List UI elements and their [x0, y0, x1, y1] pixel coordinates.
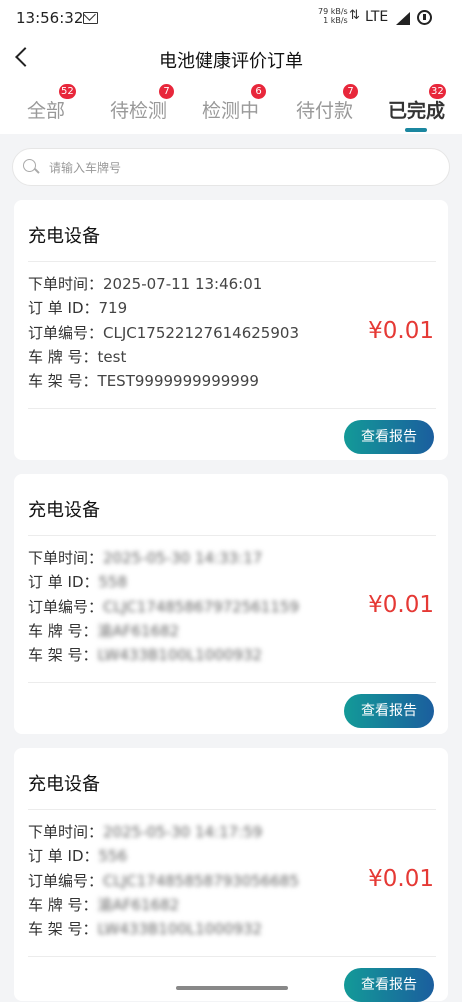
search-input[interactable] [47, 157, 431, 179]
home-indicator[interactable] [176, 986, 288, 990]
tab-badge: 52 [59, 84, 76, 99]
card-divider [28, 956, 436, 957]
card-divider [28, 261, 436, 262]
tab-pending-test[interactable]: 待检测 [110, 96, 167, 123]
card-title: 充电设备 [28, 226, 100, 247]
tab-badge: 32 [429, 84, 446, 99]
vin-value: TEST9999999999999 [97, 372, 259, 390]
active-tab-indicator [405, 128, 427, 132]
plate-row: 车 牌 号：渝AF61682 [28, 620, 179, 641]
order-price: ¥0.01 [368, 318, 434, 344]
tab-label: 全部 [27, 100, 66, 122]
mail-icon [83, 12, 98, 24]
order-id-label: 订 单 ID： [28, 847, 99, 865]
speed-down: 1 kB/s [323, 16, 348, 25]
vin-row: 车 架 号：LW433B100L1000932 [28, 918, 262, 939]
order-id-value: 556 [98, 847, 128, 865]
network-speed: 79 kB/s 1 kB/s [318, 7, 348, 25]
order-no-label: 订单编号： [28, 872, 104, 890]
alert-icon [417, 10, 432, 25]
tab-badge: 6 [251, 84, 266, 99]
order-card: 充电设备 下单时间：2025-05-30 14:17:59 订 单 ID：556… [14, 748, 448, 1002]
card-title: 充电设备 [28, 774, 100, 795]
vin-row: 车 架 号：TEST9999999999999 [28, 370, 259, 391]
order-id-label: 订 单 ID： [28, 573, 99, 591]
card-divider [28, 682, 436, 683]
order-time-label: 下单时间： [28, 823, 104, 841]
plate-row: 车 牌 号：渝AF61682 [28, 894, 179, 915]
nav-bar: 电池健康评价订单 [0, 36, 462, 82]
tab-label: 待付款 [296, 100, 354, 122]
plate-row: 车 牌 号：test [28, 346, 126, 367]
order-time-label: 下单时间： [28, 549, 104, 567]
tab-label: 待检测 [110, 100, 168, 122]
order-id-label: 订 单 ID： [28, 299, 99, 317]
order-no-row: 订单编号：CLJC17485858793056685 [28, 870, 299, 891]
tab-label: 已完成 [388, 100, 446, 122]
vin-label: 车 架 号： [28, 646, 98, 664]
order-time-row: 下单时间：2025-07-11 13:46:01 [28, 273, 262, 294]
plate-value: test [97, 348, 127, 366]
card-title: 充电设备 [28, 500, 100, 521]
order-id-row: 订 单 ID：719 [28, 297, 127, 318]
plate-value: 渝AF61682 [97, 896, 180, 914]
order-id-value: 719 [98, 299, 128, 317]
data-arrows-icon: ⇅ [349, 8, 360, 23]
order-no-row: 订单编号：CLJC17522127614625903 [28, 322, 299, 343]
tab-label: 检测中 [202, 100, 260, 122]
order-no-label: 订单编号： [28, 598, 104, 616]
search-icon [23, 159, 36, 172]
card-divider [28, 809, 436, 810]
order-id-row: 订 单 ID：558 [28, 571, 127, 592]
vin-value: LW433B100L1000932 [97, 920, 263, 938]
order-id-row: 订 单 ID：556 [28, 845, 127, 866]
tab-completed[interactable]: 已完成 [388, 96, 445, 123]
vin-label: 车 架 号： [28, 372, 98, 390]
tab-all[interactable]: 全部 [27, 96, 65, 123]
speed-up: 79 kB/s [318, 7, 348, 16]
vin-label: 车 架 号： [28, 920, 98, 938]
tab-pending-payment[interactable]: 待付款 [296, 96, 353, 123]
order-no-row: 订单编号：CLJC17485867972561159 [28, 596, 299, 617]
tab-badge: 7 [343, 84, 358, 99]
plate-label: 车 牌 号： [28, 896, 98, 914]
order-no-value: CLJC17485867972561159 [103, 598, 299, 616]
tab-badge: 7 [159, 84, 174, 99]
order-time-row: 下单时间：2025-05-30 14:33:17 [28, 547, 262, 568]
plate-value: 渝AF61682 [97, 622, 180, 640]
page-title: 电池健康评价订单 [159, 51, 303, 72]
signal-icon [396, 12, 410, 25]
status-time: 13:56:32 [16, 9, 84, 27]
order-price: ¥0.01 [368, 592, 434, 618]
status-tabs: 全部 52 待检测 7 检测中 6 待付款 7 已完成 32 [0, 82, 462, 134]
order-time-value: 2025-05-30 14:33:17 [103, 549, 263, 567]
network-type: LTE [365, 9, 389, 25]
order-no-value: CLJC17485858793056685 [103, 872, 299, 890]
vin-row: 车 架 号：LW433B100L1000932 [28, 644, 262, 665]
card-divider [28, 408, 436, 409]
order-time-row: 下单时间：2025-05-30 14:17:59 [28, 821, 262, 842]
order-time-value: 2025-07-11 13:46:01 [103, 275, 263, 293]
order-card: 充电设备 下单时间：2025-05-30 14:33:17 订 单 ID：558… [14, 474, 448, 734]
order-time-value: 2025-05-30 14:17:59 [103, 823, 263, 841]
search-bar[interactable] [12, 148, 450, 186]
view-report-button[interactable]: 查看报告 [344, 694, 434, 728]
tab-testing[interactable]: 检测中 [202, 96, 259, 123]
plate-label: 车 牌 号： [28, 622, 98, 640]
order-time-label: 下单时间： [28, 275, 104, 293]
vin-value: LW433B100L1000932 [97, 646, 263, 664]
status-bar: 13:56:32 79 kB/s 1 kB/s ⇅ LTE [0, 0, 462, 36]
view-report-button[interactable]: 查看报告 [344, 968, 434, 1002]
view-report-button[interactable]: 查看报告 [344, 420, 434, 454]
order-price: ¥0.01 [368, 866, 434, 892]
order-card: 充电设备 下单时间：2025-07-11 13:46:01 订 单 ID：719… [14, 200, 448, 460]
order-id-value: 558 [98, 573, 128, 591]
order-no-value: CLJC17522127614625903 [103, 324, 299, 342]
card-divider [28, 535, 436, 536]
order-no-label: 订单编号： [28, 324, 104, 342]
plate-label: 车 牌 号： [28, 348, 98, 366]
